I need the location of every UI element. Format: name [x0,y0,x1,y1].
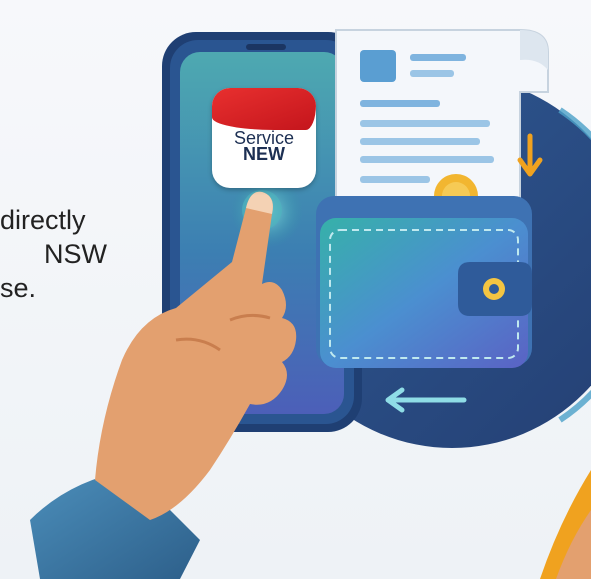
service-nsw-app-icon[interactable]: Service NEW [212,88,316,188]
digital-wallet-illustration [30,29,591,579]
app-icon-red-banner [212,88,316,130]
wallet-icon [316,196,532,368]
app-icon-label-line-2: NEW [243,144,285,164]
illustration-scene: directly NSW se. Service NEW [0,0,591,579]
second-hand-sleeve [540,470,591,579]
app-icon-label: Service NEW [212,129,316,164]
